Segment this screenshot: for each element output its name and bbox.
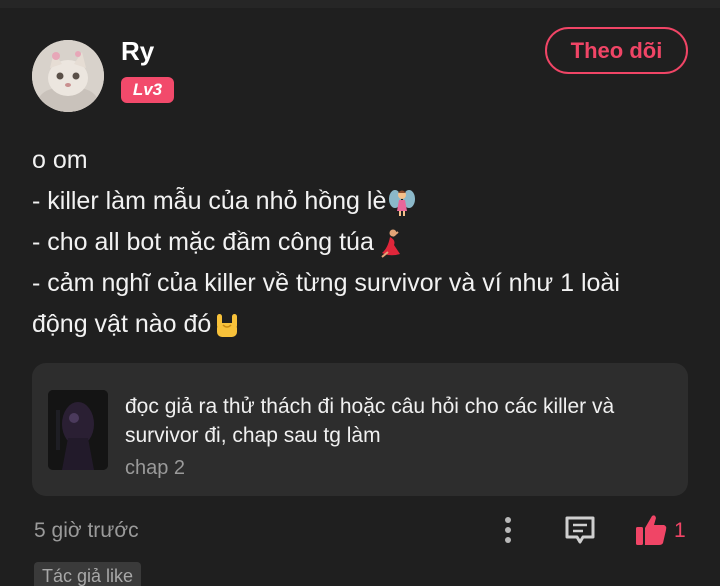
level-badge: Lv3 <box>121 77 174 103</box>
author-like-badge: Tác giả like <box>34 562 142 586</box>
dancer-emoji <box>376 228 404 258</box>
post-line: - killer làm mẫu của nhỏ hồng lè <box>32 181 702 222</box>
more-vertical-icon[interactable] <box>496 512 520 548</box>
post-line: o om <box>32 140 702 181</box>
post-line-text: - cho all bot mặc đầm công túa <box>32 228 374 256</box>
comment-icon[interactable] <box>563 513 597 547</box>
post-line-text: - cảm nghĩ của killer về từng survivor v… <box>32 269 620 297</box>
post-line: động vật nào đó <box>32 304 702 345</box>
fairy-emoji <box>388 187 416 217</box>
post-line: - cảm nghĩ của killer về từng survivor v… <box>32 263 702 304</box>
thumbs-up-icon[interactable] <box>633 512 669 548</box>
chapter-label: chap 2 <box>125 457 186 479</box>
follow-button[interactable]: Theo dõi <box>545 27 688 74</box>
chapter-card[interactable]: đọc giả ra thử thách đi hoặc câu hỏi cho… <box>32 363 688 496</box>
chapter-thumbnail <box>48 390 108 470</box>
chapter-description: đọc giả ra thử thách đi hoặc câu hỏi cho… <box>125 395 615 447</box>
post-line-text: động vật nào đó <box>32 310 212 338</box>
post-line-text: o om <box>32 146 88 174</box>
top-divider <box>0 0 720 8</box>
rock-hand-emoji <box>213 310 241 340</box>
username[interactable]: Ry <box>121 36 154 67</box>
post-line: - cho all bot mặc đầm công túa <box>32 222 702 263</box>
post-content: o om - killer làm mẫu của nhỏ hồng lè - … <box>32 140 702 345</box>
like-count: 1 <box>674 519 686 542</box>
post-time: 5 giờ trước <box>34 519 139 542</box>
avatar[interactable] <box>32 40 104 112</box>
post-line-text: - killer làm mẫu của nhỏ hồng lè <box>32 187 387 215</box>
